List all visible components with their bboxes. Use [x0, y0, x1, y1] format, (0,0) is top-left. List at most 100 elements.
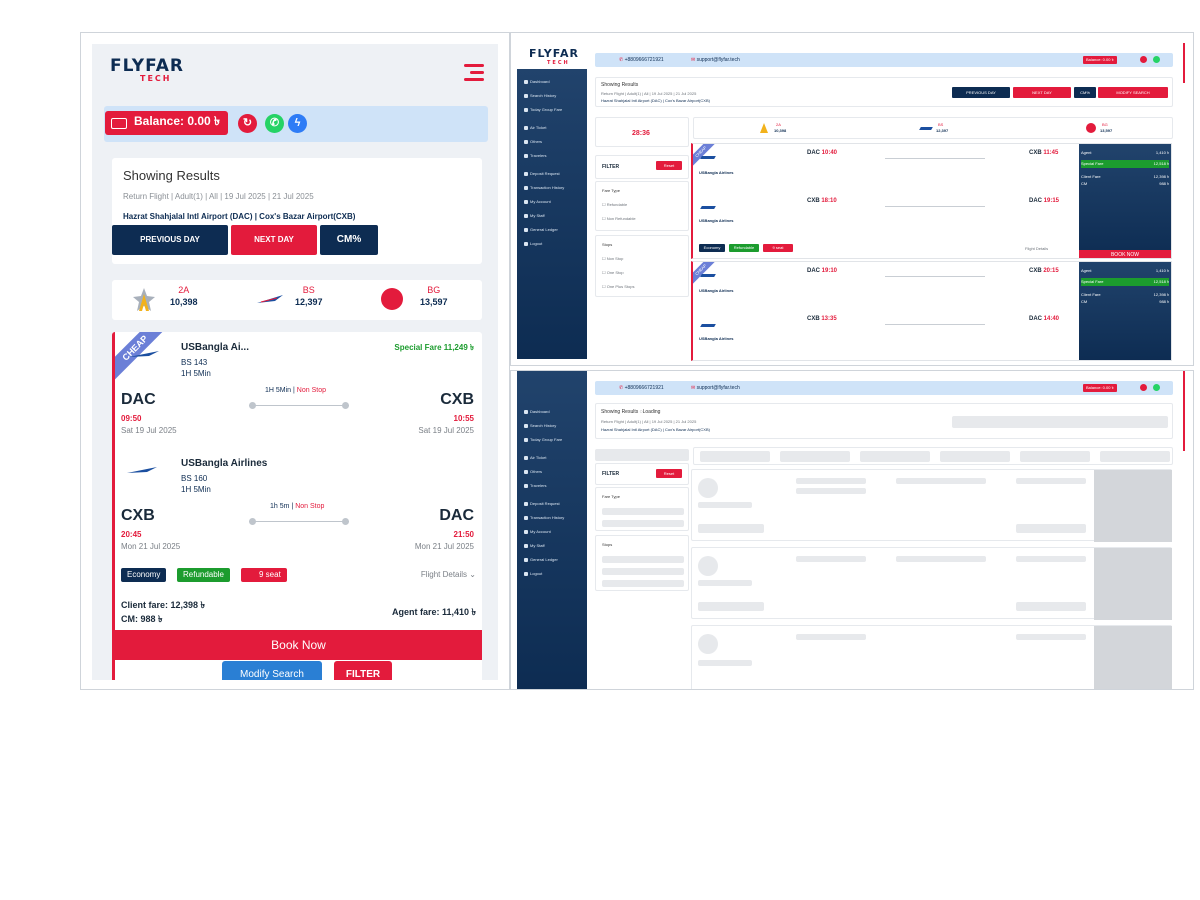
filter-button[interactable]: FILTER — [334, 661, 392, 680]
phone-contact[interactable]: ✆ +8809666721921 — [619, 57, 664, 63]
desktop-flight-card: CHEAP USBangla Airlines DAC 10:40 CXB 11… — [691, 143, 1172, 259]
reset-filter-button[interactable]: Reset — [656, 469, 682, 478]
whatsapp-icon[interactable] — [1153, 384, 1160, 391]
one-plus-stops-checkbox[interactable]: ☐ One Plus Stops — [602, 284, 635, 289]
sidebar-item-dashboard[interactable]: Dashboard — [524, 79, 550, 84]
sidebar-item-transactions[interactable]: Transaction History — [524, 185, 564, 190]
hamburger-menu-icon[interactable] — [464, 64, 484, 85]
skeleton-line — [1016, 556, 1086, 562]
sidebar-item-others[interactable]: Others — [524, 469, 542, 474]
airline-bs[interactable]: BS 12,397 — [295, 285, 323, 307]
one-stop-checkbox[interactable]: ☐ One Stop — [602, 270, 624, 275]
refresh-icon[interactable] — [1140, 56, 1147, 63]
client-fare-row: Client Fare 12,398 ৳ — [1081, 174, 1169, 181]
fare-value: 988 ৳ — [1159, 299, 1169, 304]
sidebar-item-others[interactable]: Others — [524, 139, 542, 144]
sidebar-item-group-fare[interactable]: Today Group Fare — [524, 437, 562, 442]
desktop-sidebar: Dashboard Search History Today Group Far… — [517, 371, 587, 689]
desktop-balance-button[interactable]: Balance: 0.00 ৳ — [1083, 56, 1117, 64]
sidebar-item-logout[interactable]: Logout — [524, 241, 542, 246]
flight-details-toggle[interactable]: Flight Details — [1025, 246, 1048, 251]
sidebar-item-my-account[interactable]: My Account — [524, 199, 551, 204]
airline-price[interactable]: 13,597 — [1100, 128, 1112, 133]
route-summary: Hazrat Shahjalal Intl Airport (DAC) | Co… — [601, 427, 710, 432]
modify-search-button[interactable]: Modify Search — [222, 661, 322, 680]
book-now-button[interactable]: BOOK NOW — [1079, 250, 1171, 258]
logo-main: FLYFAR — [529, 47, 580, 60]
phone-contact[interactable]: ✆ +8809666721921 — [619, 385, 664, 391]
sidebar-item-my-account[interactable]: My Account — [524, 529, 551, 534]
sidebar-item-air-ticket[interactable]: Air Ticket — [524, 125, 546, 130]
book-now-button[interactable]: Book Now — [115, 630, 482, 660]
skeleton-line — [896, 478, 986, 484]
flight-details-toggle[interactable]: Flight Details ⌄ — [421, 570, 476, 579]
sidebar-item-deposit[interactable]: Deposit Request — [524, 501, 560, 506]
sidebar-item-ledger[interactable]: General Ledger — [524, 557, 558, 562]
next-day-button[interactable]: NEXT DAY — [1013, 87, 1071, 98]
refundable-checkbox[interactable]: ☐ Refundable — [602, 202, 627, 207]
outbound-from: DAC 19:10 — [807, 268, 837, 274]
balance-button[interactable]: Balance: 0.00 ৳ — [105, 111, 229, 135]
whatsapp-icon[interactable]: ✆ — [265, 114, 284, 133]
sidebar-item-my-staff[interactable]: My Staff — [524, 213, 545, 218]
cm-row: CM 988 ৳ — [1081, 299, 1169, 306]
modify-search-button[interactable]: MODIFY SEARCH — [1098, 87, 1168, 98]
checkbox-label: One Stop — [606, 270, 624, 275]
trip-summary: Return Flight | Adult(1) | All | 19 Jul … — [601, 419, 697, 424]
email-contact[interactable]: ✉ support@flyfar.tech — [691, 385, 740, 391]
checkbox-label: One Plus Stops — [606, 284, 635, 289]
flyfar-logo[interactable]: FLYFAR TECH — [110, 56, 184, 83]
refresh-icon[interactable] — [1140, 384, 1147, 391]
usbangla-logo-icon — [129, 351, 159, 357]
scrollbar[interactable] — [1183, 43, 1185, 83]
sidebar-item-my-staff[interactable]: My Staff — [524, 543, 545, 548]
sidebar-item-group-fare[interactable]: Today Group Fare — [524, 107, 562, 112]
sidebar-item-dashboard[interactable]: Dashboard — [524, 409, 550, 414]
fare-label: Agent — [1081, 150, 1092, 155]
sidebar-item-search-history[interactable]: Search History — [524, 93, 556, 98]
sidebar-label: Deposit Request — [530, 171, 560, 176]
airline-bg[interactable]: BG 13,597 — [420, 285, 448, 307]
sidebar-item-ledger[interactable]: General Ledger — [524, 227, 558, 232]
desktop-balance-button[interactable]: Balance: 0.00 ৳ — [1083, 384, 1117, 392]
scrollbar[interactable] — [1183, 371, 1185, 451]
skeleton-line — [698, 602, 764, 611]
desktop-topbar: ✆ +8809666721921 ✉ support@flyfar.tech B… — [595, 53, 1173, 67]
previous-day-button[interactable]: PREVIOUS DAY — [112, 225, 228, 255]
sidebar-item-travelers[interactable]: Travelers — [524, 153, 547, 158]
cm-percent-button[interactable]: CM% — [320, 225, 378, 255]
airline-price[interactable]: 12,397 — [936, 128, 948, 133]
airport-code: DAC — [807, 150, 820, 156]
next-day-button[interactable]: NEXT DAY — [231, 225, 317, 255]
email-contact[interactable]: ✉ support@flyfar.tech — [691, 57, 740, 63]
air-astra-logo-icon — [760, 123, 768, 133]
cm-percent-button[interactable]: CM% — [1074, 87, 1096, 98]
logo-sub: TECH — [547, 60, 570, 66]
refundable-badge: Refundable — [729, 244, 759, 252]
previous-day-button[interactable]: PREVIOUS DAY — [952, 87, 1010, 98]
skeleton-block — [940, 451, 1010, 462]
sidebar-item-air-ticket[interactable]: Air Ticket — [524, 455, 546, 460]
airline-price[interactable]: 10,398 — [774, 128, 786, 133]
whatsapp-icon[interactable] — [1153, 56, 1160, 63]
airline-2a[interactable]: 2A 10,398 — [170, 285, 198, 307]
non-refundable-checkbox[interactable]: ☐ Non Refundable — [602, 216, 636, 221]
refresh-icon[interactable]: ↻ — [238, 114, 257, 133]
sidebar-label: Transaction History — [530, 515, 565, 520]
sidebar-item-logout[interactable]: Logout — [524, 571, 542, 576]
inbound-airline-name: USBangla Airlines — [181, 458, 268, 469]
inbound-to: DAC 14:40 — [1029, 316, 1059, 322]
messenger-icon[interactable]: ϟ — [288, 114, 307, 133]
airline-code: 2A — [178, 285, 190, 295]
sidebar-item-transactions[interactable]: Transaction History — [524, 515, 564, 520]
inbound-to-code: DAC — [439, 507, 474, 524]
flight-card: CHEAP Special Fare 11,249 ৳ USBangla Ai.… — [112, 332, 482, 680]
sidebar-item-deposit[interactable]: Deposit Request — [524, 171, 560, 176]
fare-type-title: Fare Type — [602, 188, 620, 193]
non-stop-checkbox[interactable]: ☐ Non Stop — [602, 256, 623, 261]
airport-code: CXB — [1029, 150, 1042, 156]
sidebar-item-search-history[interactable]: Search History — [524, 423, 556, 428]
sidebar-item-travelers[interactable]: Travelers — [524, 483, 547, 488]
reset-filter-button[interactable]: Reset — [656, 161, 682, 170]
checkbox-label: Non Refundable — [606, 216, 636, 221]
